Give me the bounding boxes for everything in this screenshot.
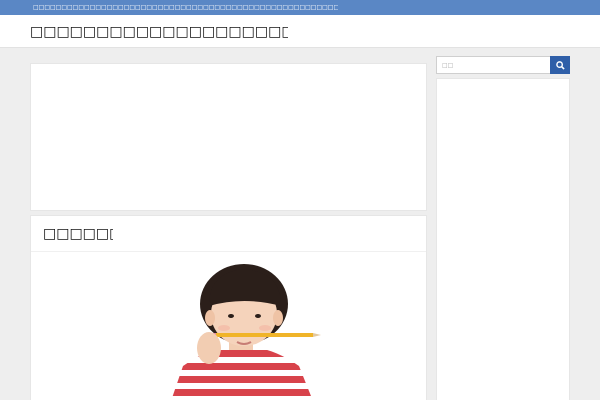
search-button[interactable]	[550, 56, 570, 74]
search-form	[436, 56, 570, 74]
site-header: □□□□□□□□□□□□□□□□□□□□□□□□□□/□□□/□□□□□□	[0, 15, 600, 48]
article-card: □□□□□□□□□□	[30, 215, 427, 400]
child-with-pencil-illustration	[171, 264, 321, 400]
divider	[31, 251, 426, 252]
search-input[interactable]	[436, 56, 551, 74]
sidebar-widget	[436, 78, 570, 400]
article-title[interactable]: □□□□□□□□□□	[43, 225, 113, 243]
featured-image[interactable]	[131, 254, 351, 400]
search-icon	[555, 60, 565, 70]
ad-area	[30, 63, 427, 211]
site-title[interactable]: □□□□□□□□□□□□□□□□□□□□□□□□□□/□□□/□□□□□□	[30, 23, 288, 41]
top-bar: □□□□□□□□□□□□□□□□□□□□□□□□□□□□□□□□□□□□□□□□…	[0, 0, 600, 15]
topbar-text: □□□□□□□□□□□□□□□□□□□□□□□□□□□□□□□□□□□□□□□□…	[33, 4, 338, 11]
